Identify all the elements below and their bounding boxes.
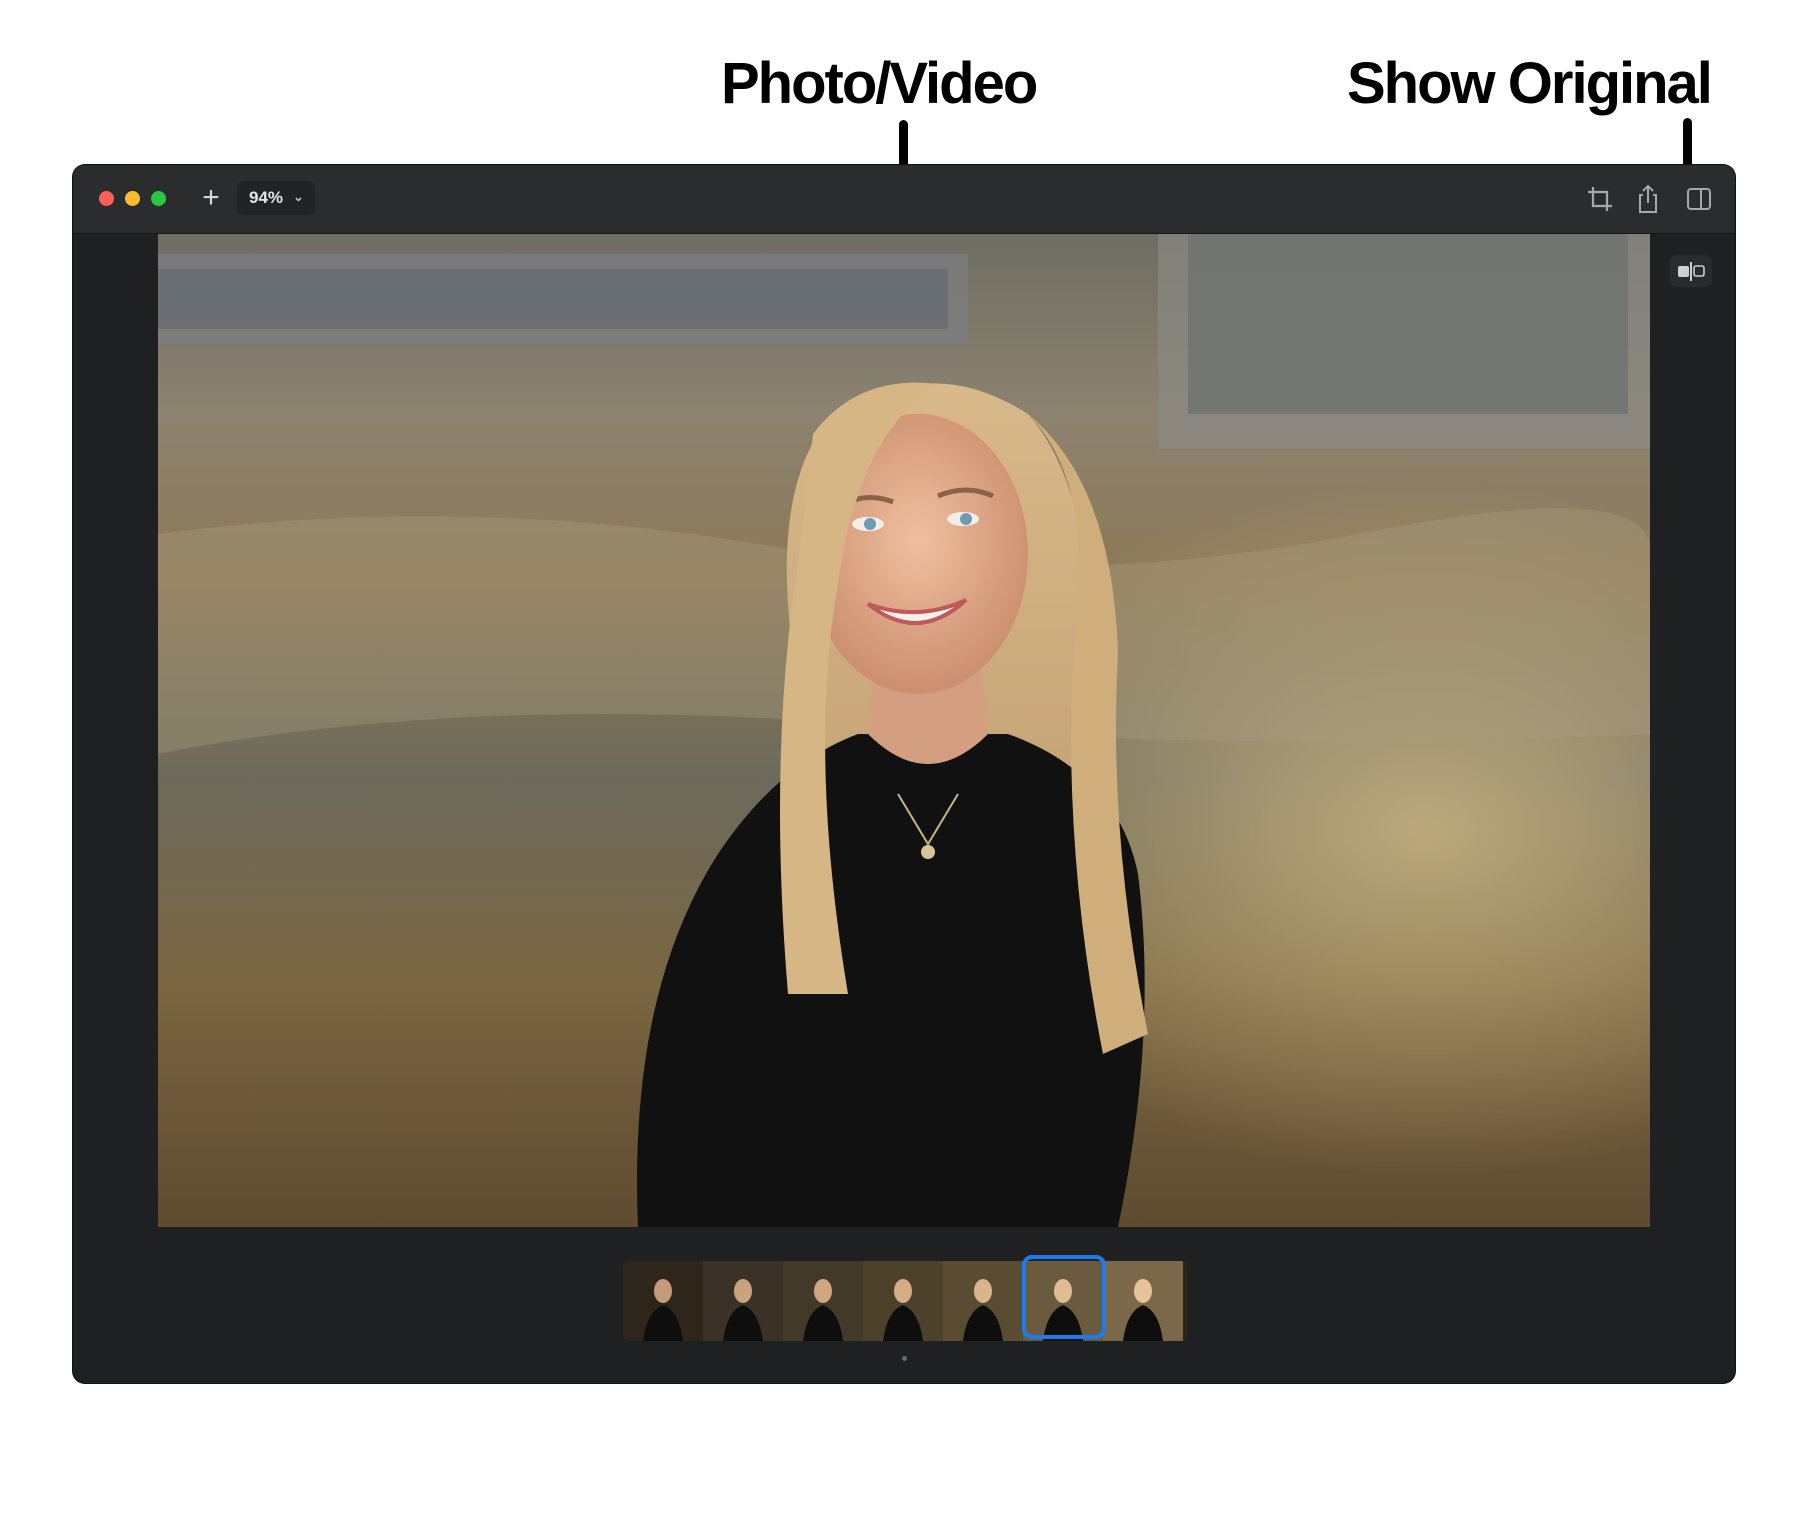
crop-icon[interactable] bbox=[1584, 183, 1616, 215]
filmstrip-frame[interactable] bbox=[703, 1261, 783, 1341]
filmstrip-frame[interactable] bbox=[1103, 1261, 1183, 1341]
callout-photo-video: Photo/Video bbox=[721, 51, 1038, 116]
toolbar: + 94% ⌄ bbox=[73, 165, 1735, 234]
filmstrip-frame[interactable] bbox=[623, 1261, 703, 1341]
show-original-button[interactable] bbox=[1670, 255, 1712, 287]
scrubber-dot[interactable] bbox=[902, 1356, 907, 1361]
filmstrip-frame[interactable] bbox=[863, 1261, 943, 1341]
photo-viewer-window: + 94% ⌄ bbox=[73, 165, 1735, 1383]
close-window-button[interactable] bbox=[99, 191, 114, 206]
chevron-down-icon: ⌄ bbox=[293, 189, 304, 204]
filmstrip-frame[interactable] bbox=[783, 1261, 863, 1341]
maximize-window-button[interactable] bbox=[151, 191, 166, 206]
plus-icon[interactable]: + bbox=[195, 182, 227, 214]
photo-view[interactable] bbox=[158, 234, 1650, 1227]
filmstrip-frame[interactable] bbox=[943, 1261, 1023, 1341]
share-icon[interactable] bbox=[1632, 183, 1664, 215]
info-icon[interactable] bbox=[1683, 183, 1715, 215]
zoom-value: 94% bbox=[249, 188, 284, 207]
filmstrip-selection-ring bbox=[1022, 1255, 1106, 1339]
callout-show-original: Show Original bbox=[1347, 51, 1713, 116]
minimize-window-button[interactable] bbox=[125, 191, 140, 206]
zoom-dropdown[interactable]: 94% ⌄ bbox=[237, 181, 315, 215]
